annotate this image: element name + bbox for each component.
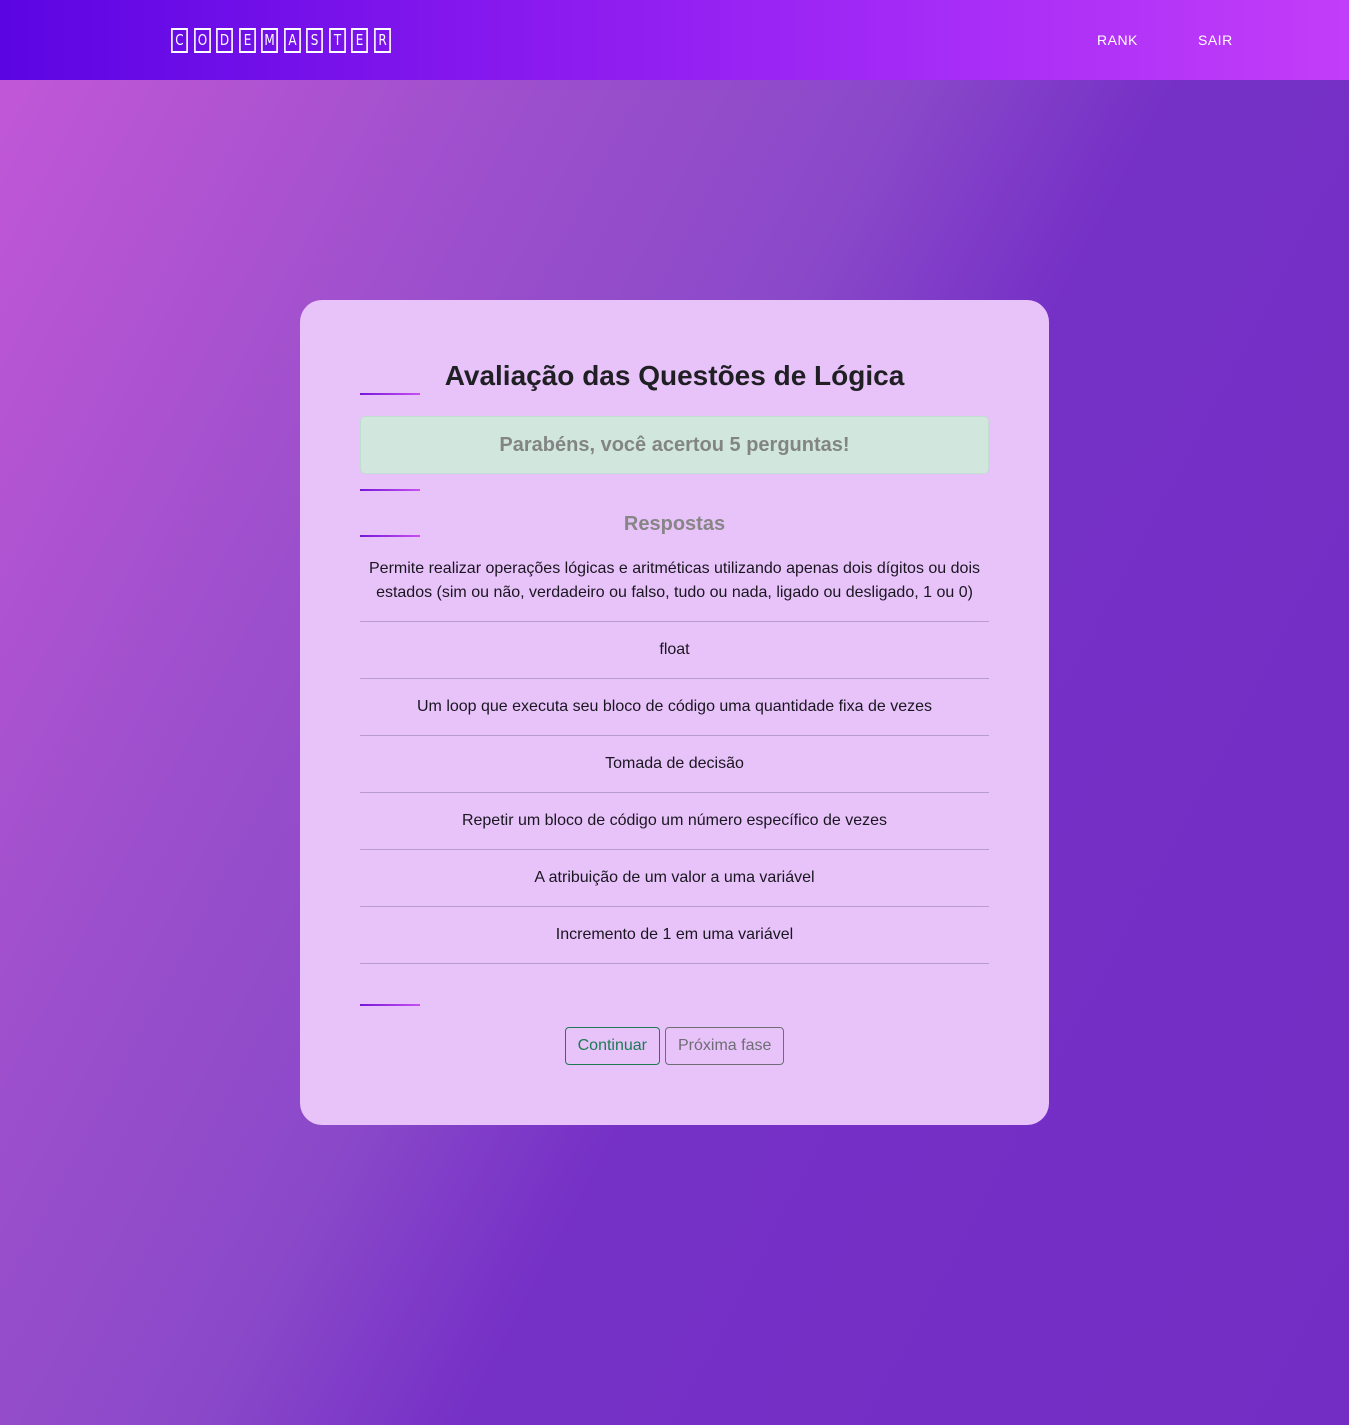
logo-letter: T: [328, 28, 346, 53]
answers-heading: Respostas: [623, 513, 726, 535]
answer-item: Repetir um bloco de código um número esp…: [360, 793, 989, 850]
logo-letter: C: [171, 28, 188, 53]
answer-item: Permite realizar operações lógicas e ari…: [360, 548, 989, 622]
evaluation-card: Avaliação das Questões de Lógica Parabén…: [300, 300, 1049, 1125]
answer-item: float: [360, 622, 989, 679]
answer-item: A atribuição de um valor a uma variável: [360, 850, 989, 907]
accent-divider: [360, 393, 420, 395]
page-title: Avaliação das Questões de Lógica: [444, 360, 905, 391]
logo-letter: R: [373, 28, 391, 53]
logo-letter: O: [193, 28, 211, 53]
answer-item: Tomada de decisão: [360, 736, 989, 793]
accent-divider: [360, 1004, 420, 1006]
action-buttons: Continuar Próxima fase: [300, 1027, 1049, 1065]
logo-letter: D: [216, 28, 233, 53]
codemaster-logo[interactable]: C O D E M A S T E R: [169, 28, 394, 53]
logo-letter: E: [238, 28, 256, 53]
answers-list: Permite realizar operações lógicas e ari…: [360, 548, 989, 964]
answer-item: Um loop que executa seu bloco de código …: [360, 679, 989, 736]
logo-letter: M: [261, 28, 278, 53]
logo-letter: S: [306, 28, 323, 53]
answer-item: Incremento de 1 em uma variável: [360, 907, 989, 964]
continue-button[interactable]: Continuar: [564, 1027, 660, 1065]
top-navbar: C O D E M A S T E R RANK SAIR: [0, 0, 1349, 80]
nav-link-exit[interactable]: SAIR: [1198, 32, 1233, 48]
success-alert: Parabéns, você acertou 5 perguntas!: [360, 416, 989, 474]
next-phase-button[interactable]: Próxima fase: [665, 1027, 785, 1065]
logo-letter: E: [351, 28, 368, 53]
logo-letter: A: [283, 28, 301, 53]
nav-link-rank[interactable]: RANK: [1097, 32, 1138, 48]
accent-divider: [360, 489, 420, 491]
